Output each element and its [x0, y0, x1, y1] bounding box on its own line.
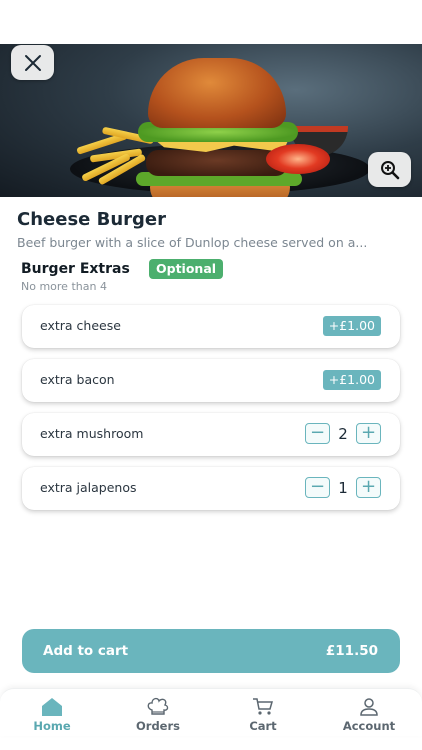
quantity-stepper: − 2 + — [305, 423, 381, 444]
tab-label: Orders — [136, 719, 180, 733]
burger-bun-top — [148, 58, 286, 128]
add-price-button[interactable]: +£1.00 — [322, 316, 381, 336]
option-label: extra cheese — [40, 318, 121, 333]
close-button[interactable] — [11, 45, 54, 80]
optional-badge: Optional — [149, 259, 224, 279]
option-extra-mushroom[interactable]: extra mushroom − 2 + — [22, 413, 400, 456]
tab-home[interactable]: Home — [17, 697, 87, 733]
tab-orders[interactable]: Orders — [123, 697, 193, 733]
product-image — [0, 44, 422, 197]
increment-button[interactable]: + — [356, 477, 381, 498]
close-icon — [24, 54, 41, 71]
product-description: Beef burger with a slice of Dunlop chees… — [17, 235, 368, 250]
option-label: extra mushroom — [40, 426, 144, 441]
zoom-button[interactable] — [368, 152, 411, 187]
decrement-button[interactable]: − — [305, 477, 330, 498]
bottom-tab-bar: Home Orders Cart Account — [0, 688, 422, 736]
tab-cart[interactable]: Cart — [228, 697, 298, 733]
tomato-slice — [266, 144, 330, 174]
option-extra-bacon[interactable]: extra bacon +£1.00 — [22, 359, 400, 402]
option-label: extra bacon — [40, 372, 115, 387]
option-extra-jalapenos[interactable]: extra jalapenos − 1 + — [22, 467, 400, 510]
quantity-stepper: − 1 + — [305, 477, 381, 498]
add-to-cart-button[interactable]: Add to cart £11.50 — [22, 629, 400, 673]
increment-button[interactable]: + — [356, 423, 381, 444]
user-icon — [360, 698, 378, 716]
add-to-cart-label: Add to cart — [43, 643, 129, 659]
chef-hat-icon — [147, 697, 169, 715]
tab-label: Cart — [249, 719, 277, 733]
product-title: Cheese Burger — [17, 209, 167, 230]
tab-label: Home — [33, 719, 71, 733]
option-label: extra jalapenos — [40, 480, 137, 495]
add-price-button[interactable]: +£1.00 — [322, 370, 381, 390]
tab-label: Account — [342, 719, 396, 733]
extras-section-title: Burger Extras — [21, 261, 130, 277]
cart-icon — [253, 698, 273, 715]
home-icon — [42, 698, 62, 716]
decrement-button[interactable]: − — [305, 423, 330, 444]
zoom-in-icon — [380, 160, 399, 179]
tab-account[interactable]: Account — [334, 697, 404, 733]
option-extra-cheese[interactable]: extra cheese +£1.00 — [22, 305, 400, 348]
quantity-value: 1 — [338, 478, 348, 497]
extras-limit-note: No more than 4 — [21, 280, 107, 293]
cart-total: £11.50 — [325, 643, 378, 659]
quantity-value: 2 — [338, 424, 348, 443]
